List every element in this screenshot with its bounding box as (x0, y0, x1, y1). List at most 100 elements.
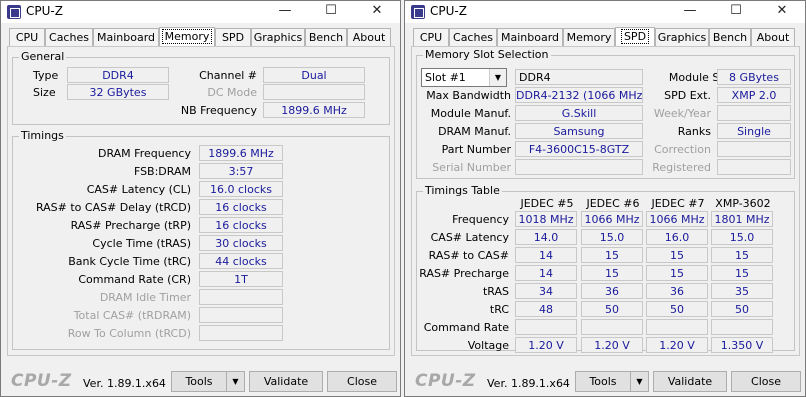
table-cell: 36 (581, 283, 643, 299)
cpuz-logo: CPU-Z (11, 371, 72, 391)
timings-table-heading: Timings Table (423, 184, 502, 197)
table-cell: 15.0 (711, 229, 773, 245)
slot-select-value: Slot #1 (425, 71, 466, 84)
tab-graphics[interactable]: Graphics (251, 28, 305, 46)
table-cell: 1.20 V (581, 337, 643, 353)
table-cell: 1.20 V (646, 337, 708, 353)
title-bar[interactable]: CPU-Z — ☐ ✕ (1, 1, 400, 23)
tools-button-label: Tools (185, 375, 213, 388)
tab-mainboard[interactable]: Mainboard (93, 28, 159, 46)
table-cell: 15 (581, 265, 643, 281)
column-jedec-7: JEDEC #7 (651, 197, 705, 210)
correction-value (717, 141, 791, 157)
tools-button[interactable]: Tools ▼ (575, 371, 649, 392)
tab-bench[interactable]: Bench (305, 28, 347, 46)
minimize-button[interactable]: — (262, 1, 308, 23)
dram-manuf-value: Samsung (515, 123, 643, 139)
window-title: CPU-Z (26, 4, 63, 18)
channel-label: Channel # (199, 69, 257, 82)
tab-caches[interactable]: Caches (45, 28, 93, 46)
maximize-button[interactable]: ☐ (308, 1, 354, 23)
timing-value-row-to-column (199, 325, 283, 341)
column-xmp-3602: XMP-3602 (715, 197, 771, 210)
tab-memory-label: Memory (161, 29, 213, 44)
title-bar[interactable]: CPU-Z — ☐ ✕ (405, 1, 805, 23)
tab-cpu[interactable]: CPU (413, 28, 449, 46)
table-row-label: Frequency (452, 213, 509, 226)
timing-label-fsb-dram: FSB:DRAM (133, 165, 191, 178)
table-row-label: Voltage (467, 339, 509, 352)
tab-caches[interactable]: Caches (449, 28, 497, 46)
memory-slot-selection-group: Memory Slot Selection Slot #1 ▼ DDR4 Mod… (416, 48, 795, 179)
minimize-button[interactable]: — (667, 1, 713, 23)
timing-label-row-to-column: Row To Column (tRCD) (67, 327, 191, 340)
table-cell: 15.0 (581, 229, 643, 245)
table-cell: 48 (515, 301, 577, 317)
tab-about[interactable]: About (347, 28, 391, 46)
memory-panel: General Type DDR4 Size 32 GBytes Channel… (7, 46, 395, 356)
dc-mode-label: DC Mode (207, 86, 257, 99)
serial-number-label: Serial Number (432, 161, 511, 174)
tab-cpu[interactable]: CPU (9, 28, 45, 46)
general-heading: General (19, 50, 67, 63)
table-row-label: tRAS (482, 285, 509, 298)
maximize-button[interactable]: ☐ (713, 1, 759, 23)
correction-label: Correction (654, 143, 711, 156)
spd-ext-value: XMP 2.0 (717, 87, 791, 103)
timing-label-trp: RAS# Precharge (tRP) (70, 219, 191, 232)
table-cell (646, 319, 708, 335)
table-cell: 1066 MHz (646, 211, 708, 227)
table-cell: 15 (711, 265, 773, 281)
table-cell: 15 (646, 247, 708, 263)
close-button[interactable]: Close (731, 371, 801, 392)
ranks-label: Ranks (677, 125, 711, 138)
timing-label-trcd: RAS# to CAS# Delay (tRCD) (35, 201, 191, 214)
timing-value-dram-idle-timer (199, 289, 283, 305)
table-row-label: tRC (489, 303, 509, 316)
type-label: Type (33, 69, 59, 82)
module-manuf-value: G.Skill (515, 105, 643, 121)
cpuz-app-icon (411, 5, 425, 19)
table-cell (711, 319, 773, 335)
tab-spd[interactable]: SPD (615, 27, 655, 47)
table-cell: 14 (515, 265, 577, 281)
tab-bench[interactable]: Bench (709, 28, 751, 46)
close-button[interactable]: Close (327, 371, 397, 392)
tab-graphics[interactable]: Graphics (655, 28, 709, 46)
timings-table-group: Timings Table JEDEC #5 JEDEC #6 JEDEC #7… (416, 184, 795, 353)
table-cell (515, 319, 577, 335)
registered-label: Registered (652, 161, 711, 174)
slot-select-dropdown[interactable]: Slot #1 ▼ (421, 68, 507, 87)
tools-button[interactable]: Tools ▼ (171, 371, 245, 392)
close-window-button[interactable]: ✕ (354, 1, 400, 23)
chevron-down-icon[interactable]: ▼ (489, 69, 506, 86)
tab-memory[interactable]: Memory (159, 27, 215, 47)
dc-mode-value (263, 84, 365, 100)
size-label: Size (33, 86, 56, 99)
size-value: 32 GBytes (67, 84, 169, 100)
table-cell: 1066 MHz (581, 211, 643, 227)
week-year-value (717, 105, 791, 121)
tools-dropdown-arrow-icon[interactable]: ▼ (226, 372, 244, 391)
timing-value-trcd: 16 clocks (199, 199, 283, 215)
timing-value-trp: 16 clocks (199, 217, 283, 233)
tab-spd[interactable]: SPD (215, 28, 251, 46)
tools-dropdown-arrow-icon[interactable]: ▼ (630, 372, 648, 391)
cpuz-logo: CPU-Z (415, 371, 476, 391)
version-label: Ver. 1.89.1.x64 (487, 377, 570, 390)
table-cell: 14 (515, 247, 577, 263)
tab-memory[interactable]: Memory (563, 28, 615, 46)
timing-label-trc: Bank Cycle Time (tRC) (68, 255, 191, 268)
table-row-label: RAS# to CAS# (428, 249, 509, 262)
close-window-button[interactable]: ✕ (759, 1, 805, 23)
part-number-value: F4-3600C15-8GTZ (515, 141, 643, 157)
cpuz-app-icon (7, 5, 21, 19)
registered-value (717, 159, 791, 175)
tab-about[interactable]: About (751, 28, 795, 46)
timing-label-cas-latency: CAS# Latency (CL) (86, 183, 191, 196)
validate-button[interactable]: Validate (249, 371, 323, 392)
validate-button[interactable]: Validate (653, 371, 727, 392)
tab-mainboard[interactable]: Mainboard (497, 28, 563, 46)
table-cell: 50 (646, 301, 708, 317)
general-group: General Type DDR4 Size 32 GBytes Channel… (12, 50, 390, 125)
